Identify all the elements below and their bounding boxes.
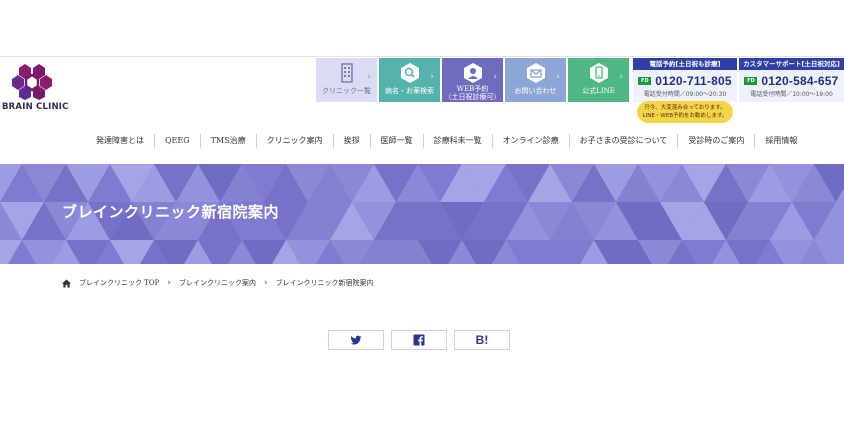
page-title: ブレインクリニック新宿院案内 <box>62 203 280 221</box>
hatena-bookmark-icon: B! <box>475 333 489 347</box>
busy-notice-badge: 只今、大変混み合っております。 LINE・WEB予約をお勧めします。 <box>637 101 733 123</box>
twitter-icon <box>350 335 362 345</box>
brand-name: BRAIN CLINIC <box>2 102 69 112</box>
building-icon <box>340 63 353 83</box>
phone-hours: 電話受付時間／10:00〜19:00 <box>750 91 833 98</box>
share-hatena-button[interactable]: B! <box>454 330 510 350</box>
header-top-border <box>0 56 844 57</box>
chevron-right-icon: › <box>430 72 434 82</box>
phone-heading: カスタマーサポート[土日祝対応] <box>739 58 844 70</box>
chevron-right-icon: › <box>493 72 497 82</box>
breadcrumb-top[interactable]: ブレインクリニック TOP <box>79 278 159 288</box>
home-icon <box>62 278 71 288</box>
nav-item-online[interactable]: オンライン診療 <box>493 134 570 148</box>
nav-item-developmental-disorder[interactable]: 発達障害とは <box>86 134 155 148</box>
line-phone-icon <box>589 63 608 83</box>
nav-item-outpatient[interactable]: 診療科未一覧 <box>424 134 493 148</box>
brain-clinic-logo[interactable]: BRAIN CLINIC <box>2 64 68 116</box>
nav-item-children[interactable]: お子さまの受診について <box>570 134 679 148</box>
nav-item-doctors[interactable]: 医師一覧 <box>371 134 424 148</box>
share-buttons: B! <box>328 330 510 350</box>
share-twitter-button[interactable] <box>328 330 384 350</box>
nav-item-greeting[interactable]: 挨拶 <box>334 134 371 148</box>
phone-hours: 電話受付時間／09:00〜20:30 <box>643 91 727 98</box>
mail-icon <box>526 63 545 83</box>
tile-label: 病名・お薬検索 <box>385 87 434 95</box>
facebook-icon <box>413 334 425 346</box>
tile-label: WEB予約 （土日祝診療可） <box>444 85 501 101</box>
nav-item-visit-guide[interactable]: 受診時のご案内 <box>678 134 756 148</box>
nav-item-clinic-guide[interactable]: クリニック案内 <box>257 134 334 148</box>
tile-clinic-list[interactable]: クリニック一覧 › <box>316 58 377 102</box>
tile-official-line[interactable]: 公式LINE › <box>568 58 629 102</box>
chevron-right-icon: › <box>167 278 171 288</box>
phone-support-box[interactable]: カスタマーサポート[土日祝対応] FD 0120-584-657 電話受付時間／… <box>739 58 844 102</box>
brain-logo-icon <box>12 64 52 100</box>
tile-web-reservation[interactable]: WEB予約 （土日祝診療可） › <box>442 58 503 102</box>
phone-heading: 電話予約[土日祝も診療] <box>633 58 737 70</box>
nav-item-tms[interactable]: TMS治療 <box>201 134 257 148</box>
tile-contact[interactable]: お問い合わせ › <box>505 58 566 102</box>
tile-disease-search[interactable]: 病名・お薬検索 › <box>379 58 440 102</box>
breadcrumb-current: ブレインクリニック新宿院案内 <box>275 279 374 287</box>
phone-number[interactable]: 0120-711-805 <box>655 74 731 88</box>
magnifier-icon <box>400 63 419 83</box>
chevron-right-icon: › <box>556 72 560 82</box>
header-quick-links: クリニック一覧 › 病名・お薬検索 › WEB予約 （土日祝診療可） › お問い合… <box>316 58 629 102</box>
breadcrumb-clinic-guide[interactable]: ブレインクリニック案内 <box>179 278 256 288</box>
chevron-right-icon: › <box>619 72 623 82</box>
tile-label: 公式LINE <box>582 87 615 95</box>
tile-label: お問い合わせ <box>514 87 557 95</box>
freedial-icon: FD <box>744 76 758 85</box>
doctor-icon <box>463 63 482 83</box>
share-facebook-button[interactable] <box>391 330 447 350</box>
freedial-icon: FD <box>638 76 652 85</box>
tile-label: クリニック一覧 <box>322 87 371 95</box>
phone-number[interactable]: 0120-584-657 <box>761 74 838 88</box>
nav-item-qeeg[interactable]: QEEG <box>155 134 201 148</box>
chevron-right-icon: › <box>367 72 371 82</box>
global-nav: 発達障害とは QEEG TMS治療 クリニック案内 挨拶 医師一覧 診療科未一覧… <box>86 134 807 148</box>
chevron-right-icon: › <box>263 278 268 288</box>
breadcrumb: ブレインクリニック TOP › ブレインクリニック案内 › ブレインクリニック新… <box>62 277 374 289</box>
phone-reservation-box[interactable]: 電話予約[土日祝も診療] FD 0120-711-805 電話受付時間／09:0… <box>633 58 737 102</box>
nav-item-recruit[interactable]: 採用情報 <box>755 134 807 148</box>
